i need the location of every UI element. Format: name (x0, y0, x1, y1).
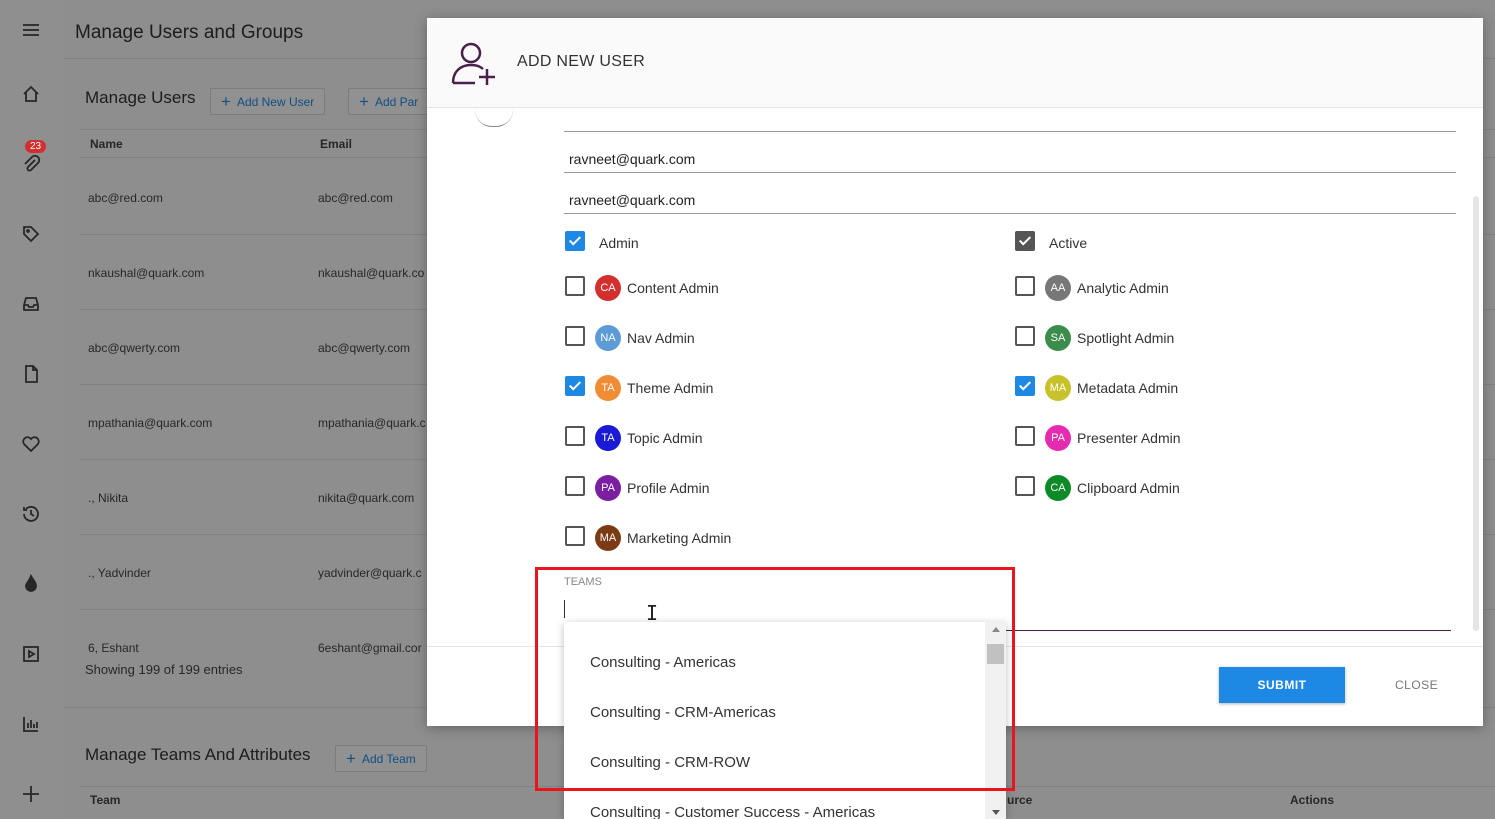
presenter-admin-checkbox[interactable] (1015, 426, 1035, 446)
content-admin-checkbox[interactable] (565, 276, 585, 296)
role-label-theme-admin: Theme Admin (627, 380, 714, 396)
avatar: TA (595, 425, 621, 451)
role-label-marketing-admin: Marketing Admin (627, 530, 732, 546)
avatar: CA (595, 275, 621, 301)
username-field[interactable]: ravneet@quark.com (564, 192, 1456, 214)
notification-badge: 23 (25, 140, 47, 153)
team-option[interactable]: Consulting - Americas (590, 654, 736, 671)
role-label-profile-admin: Profile Admin (627, 480, 710, 496)
submit-button[interactable]: SUBMIT (1219, 667, 1345, 703)
scroll-up-icon[interactable] (992, 627, 1000, 632)
role-label-content-admin: Content Admin (627, 280, 719, 296)
role-label-metadata-admin: Metadata Admin (1077, 380, 1179, 396)
dropdown-scrollbar[interactable] (985, 622, 1006, 819)
topic-admin-checkbox[interactable] (565, 426, 585, 446)
close-button[interactable]: CLOSE (1395, 678, 1438, 692)
active-checkbox[interactable] (1015, 231, 1035, 251)
profile-admin-checkbox[interactable] (565, 476, 585, 496)
spotlight-admin-checkbox[interactable] (1015, 326, 1035, 346)
modal-scrollbar[interactable] (1473, 196, 1479, 631)
scroll-thumb[interactable] (987, 644, 1004, 664)
team-option[interactable]: Consulting - Customer Success - Americas (590, 804, 875, 819)
team-option[interactable]: Consulting - CRM-ROW (590, 754, 750, 771)
avatar: PA (595, 475, 621, 501)
avatar: MA (1045, 375, 1071, 401)
scroll-down-icon[interactable] (992, 810, 1000, 815)
text-cursor-icon: I (646, 601, 659, 625)
team-option[interactable]: Consulting - CRM-Americas (590, 704, 776, 721)
avatar: CA (1045, 475, 1071, 501)
add-user-modal: ADD NEW USER ravneet@quark.com ravneet@q… (427, 18, 1483, 726)
modal-title: ADD NEW USER (517, 53, 646, 70)
avatar: SA (1045, 325, 1071, 351)
name-field[interactable] (564, 114, 1456, 132)
admin-checkbox[interactable] (565, 231, 585, 251)
teams-label: TEAMS (564, 576, 602, 588)
role-label-presenter-admin: Presenter Admin (1077, 430, 1181, 446)
text-caret (564, 600, 565, 618)
role-label-spotlight-admin: Spotlight Admin (1077, 330, 1175, 346)
avatar: PA (1045, 425, 1071, 451)
metadata-admin-checkbox[interactable] (1015, 376, 1035, 396)
role-label-active: Active (1049, 235, 1088, 251)
nav-admin-checkbox[interactable] (565, 326, 585, 346)
email-field[interactable]: ravneet@quark.com (564, 151, 1456, 173)
teams-dropdown: Consulting - Americas Consulting - CRM-A… (564, 622, 1006, 819)
avatar: AA (1045, 275, 1071, 301)
clipboard-admin-checkbox[interactable] (1015, 476, 1035, 496)
role-label-admin: Admin (599, 235, 639, 251)
avatar: MA (595, 525, 621, 551)
role-label-nav-admin: Nav Admin (627, 330, 695, 346)
analytic-admin-checkbox[interactable] (1015, 276, 1035, 296)
add-user-icon (451, 42, 495, 85)
avatar: TA (595, 375, 621, 401)
role-label-analytic-admin: Analytic Admin (1077, 280, 1169, 296)
role-label-clipboard-admin: Clipboard Admin (1077, 480, 1180, 496)
theme-admin-checkbox[interactable] (565, 376, 585, 396)
modal-header: ADD NEW USER (427, 18, 1483, 108)
avatar: NA (595, 325, 621, 351)
profile-photo-circle[interactable] (475, 110, 513, 127)
marketing-admin-checkbox[interactable] (565, 526, 585, 546)
role-label-topic-admin: Topic Admin (627, 430, 703, 446)
